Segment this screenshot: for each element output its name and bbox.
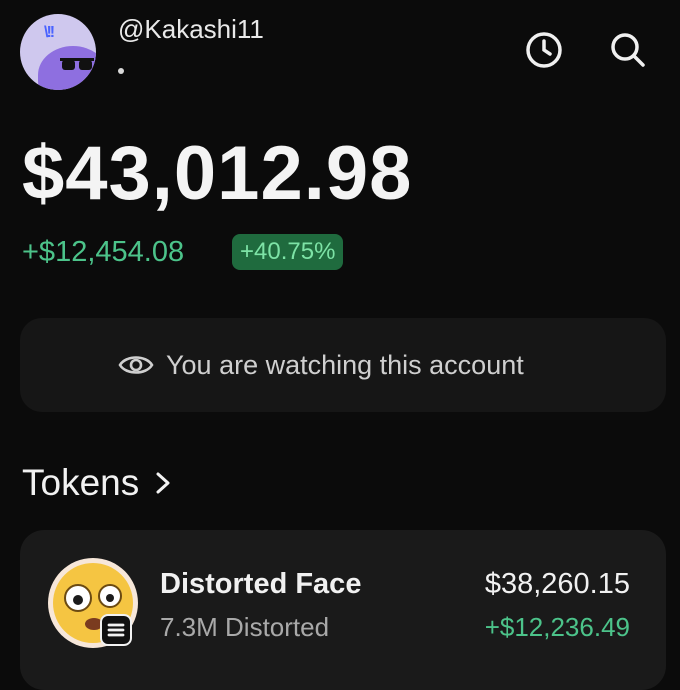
token-row[interactable]: Distorted Face 7.3M Distorted $38,260.15… [20, 530, 666, 690]
change-percent-badge: +40.75% [232, 234, 344, 270]
portfolio-balance: $43,012.98 [22, 131, 413, 216]
tokens-title: Tokens [22, 462, 140, 503]
sunglasses-icon [60, 58, 94, 70]
watching-account-notice: You are watching this account [20, 318, 666, 412]
username: @Kakashi11 [118, 14, 264, 44]
token-gain: +$12,236.49 [484, 612, 630, 642]
search-button[interactable] [608, 30, 648, 70]
tokens-section-link[interactable]: Tokens [22, 462, 173, 504]
chevron-right-icon [156, 472, 170, 494]
token-value: $38,260.15 [484, 568, 630, 600]
status-dot [118, 68, 124, 74]
eye-icon [118, 356, 154, 374]
portfolio-change: +$12,454.08 [22, 236, 185, 268]
avatar[interactable]: \!! [20, 14, 96, 90]
token-name: Distorted Face [160, 568, 362, 600]
sparkle-marks: \!! [44, 24, 55, 41]
clock-icon [526, 32, 562, 68]
profile-header: \!! @Kakashi11 [0, 0, 680, 110]
chain-badge-icon [100, 614, 132, 646]
history-button[interactable] [524, 30, 564, 70]
token-amount: 7.3M Distorted [160, 612, 330, 642]
watching-text: You are watching this account [166, 349, 524, 380]
solana-icon [107, 623, 125, 637]
search-icon [611, 33, 645, 67]
